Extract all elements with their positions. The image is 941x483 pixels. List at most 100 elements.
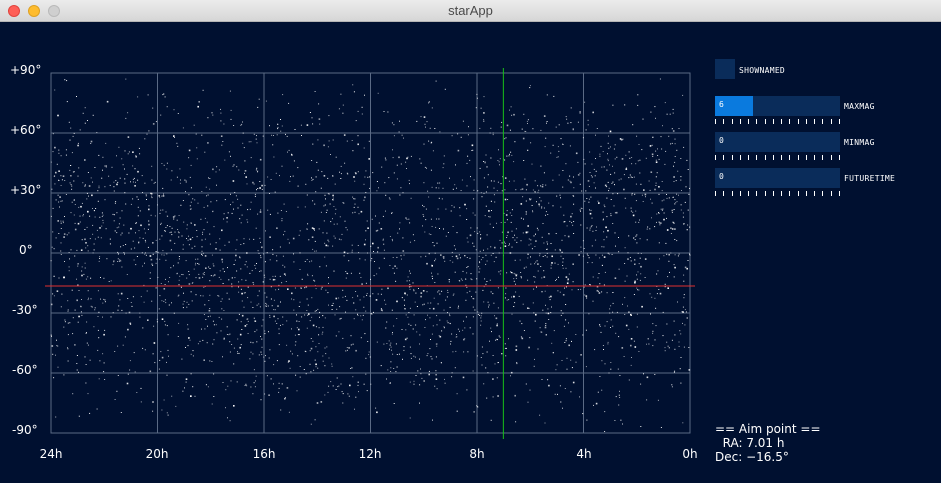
sky-canvas[interactable]: +90° +60° +30° 0° -30° -60° -90° 24h 20h… xyxy=(0,22,941,483)
star-point xyxy=(385,194,387,196)
star-point xyxy=(95,208,97,209)
star-point xyxy=(166,106,168,108)
star-point xyxy=(477,311,479,313)
star-point xyxy=(552,179,554,181)
star-point xyxy=(310,423,312,425)
star-point xyxy=(636,274,637,276)
star-point xyxy=(456,187,457,189)
star-point xyxy=(84,267,86,269)
star-point xyxy=(209,233,211,235)
star-point xyxy=(451,256,453,257)
star-point xyxy=(77,265,79,267)
star-point xyxy=(456,334,457,335)
star-point xyxy=(352,84,354,86)
x-tick-label: 24h xyxy=(39,447,63,461)
star-point xyxy=(428,101,430,103)
star-point xyxy=(433,297,435,299)
star-point xyxy=(221,261,223,263)
star-point xyxy=(276,255,278,257)
minmag-slider[interactable]: 0 xyxy=(715,132,840,152)
star-point xyxy=(504,198,507,201)
star-point xyxy=(261,184,263,187)
star-point xyxy=(472,242,474,244)
star-point xyxy=(579,209,581,211)
star-point xyxy=(360,210,363,213)
star-point xyxy=(479,314,480,316)
star-point xyxy=(396,354,398,355)
star-point xyxy=(63,374,65,376)
star-point xyxy=(560,310,562,312)
star-point xyxy=(125,244,127,245)
star-point xyxy=(363,243,366,246)
star-point xyxy=(101,216,103,217)
star-point xyxy=(375,230,378,232)
star-point xyxy=(323,220,325,222)
star-point xyxy=(584,101,586,103)
star-point xyxy=(333,270,335,272)
star-chart[interactable] xyxy=(0,22,941,483)
star-point xyxy=(357,313,358,315)
star-point xyxy=(269,193,270,194)
futuretime-slider[interactable]: 0 xyxy=(715,168,840,188)
star-point xyxy=(475,249,477,251)
star-point xyxy=(159,238,161,240)
star-point xyxy=(451,135,453,137)
star-point xyxy=(340,317,342,319)
star-point xyxy=(121,210,123,212)
star-point xyxy=(188,337,190,339)
star-point xyxy=(114,351,116,352)
slider-tick xyxy=(715,191,716,196)
star-point xyxy=(162,250,164,252)
star-point xyxy=(623,356,625,357)
star-point xyxy=(603,246,605,248)
star-point xyxy=(677,301,678,303)
star-point xyxy=(161,235,163,237)
star-point xyxy=(513,306,515,307)
star-point xyxy=(125,203,127,205)
maxmag-slider[interactable]: 6 xyxy=(715,96,840,116)
star-point xyxy=(599,153,601,155)
star-point xyxy=(566,357,568,359)
star-point xyxy=(156,318,158,320)
star-point xyxy=(221,318,223,320)
star-point xyxy=(152,401,154,403)
shownamed-toggle[interactable] xyxy=(715,59,735,79)
star-point xyxy=(296,390,298,392)
star-point xyxy=(451,372,453,374)
star-point xyxy=(360,277,362,278)
star-point xyxy=(228,279,230,281)
star-point xyxy=(274,279,276,281)
star-point xyxy=(686,229,688,231)
star-point xyxy=(483,192,485,194)
star-point xyxy=(323,144,325,147)
star-point xyxy=(375,299,378,301)
star-point xyxy=(61,200,63,202)
star-point xyxy=(413,380,415,382)
star-point xyxy=(399,120,400,122)
star-point xyxy=(60,220,62,222)
star-point xyxy=(221,144,223,146)
star-point xyxy=(192,237,194,238)
star-point xyxy=(584,200,586,202)
star-point xyxy=(665,242,667,244)
star-point xyxy=(476,355,478,357)
star-point xyxy=(633,340,635,342)
star-point xyxy=(683,297,685,299)
star-point xyxy=(213,373,215,375)
star-point xyxy=(375,215,376,217)
star-point xyxy=(173,218,175,220)
star-point xyxy=(492,134,494,136)
slider-tick xyxy=(831,191,832,196)
star-point xyxy=(233,405,235,407)
star-point xyxy=(513,180,515,182)
star-point xyxy=(457,133,459,135)
star-point xyxy=(606,321,608,323)
star-point xyxy=(316,402,319,404)
star-point xyxy=(545,334,547,336)
star-point xyxy=(460,278,462,280)
star-point xyxy=(670,252,672,254)
star-point xyxy=(677,170,679,172)
star-point xyxy=(222,141,224,142)
star-point xyxy=(604,271,606,273)
star-point xyxy=(474,231,476,233)
